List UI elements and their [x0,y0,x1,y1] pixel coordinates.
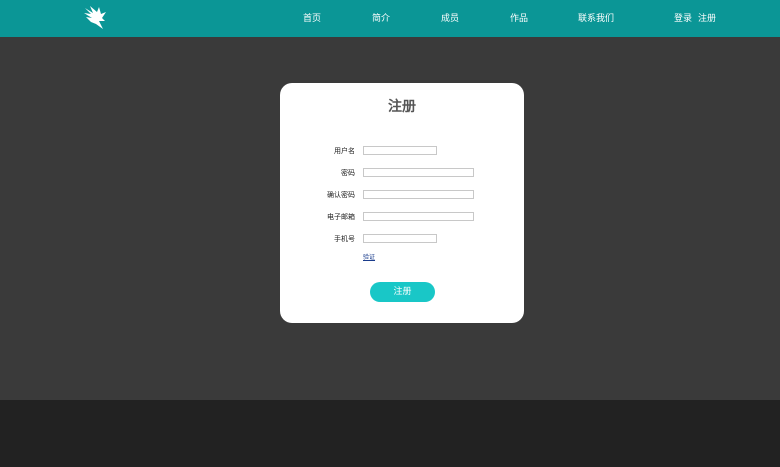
confirm-password-input[interactable] [363,190,474,199]
phone-label: 手机号 [334,235,355,243]
register-title: 注册 [388,99,416,115]
username-input[interactable] [363,146,437,155]
nav-contact[interactable]: 联系我们 [578,12,614,26]
nav-works[interactable]: 作品 [510,12,528,26]
nav-about[interactable]: 简介 [372,12,390,26]
username-label: 用户名 [334,147,355,155]
login-link[interactable]: 登录 [674,12,692,26]
nav-members[interactable]: 成员 [441,12,459,26]
register-link[interactable]: 注册 [698,12,716,26]
email-input[interactable] [363,212,474,221]
nav-home[interactable]: 首页 [303,12,321,26]
confirm-password-label: 确认密码 [327,191,355,199]
bird-wing-logo-icon[interactable] [80,4,108,32]
password-input[interactable] [363,168,474,177]
register-card: 注册 用户名 密码 确认密码 电子邮箱 手机号 验证 注册 [280,83,524,323]
top-nav-bar: 首页 简介 成员 作品 联系我们 登录 注册 [0,0,780,37]
password-label: 密码 [341,169,355,177]
page-footer [0,400,780,467]
register-submit-button[interactable]: 注册 [370,282,435,302]
phone-input[interactable] [363,234,437,243]
verify-link[interactable]: 验证 [363,253,375,262]
email-label: 电子邮箱 [327,213,355,221]
